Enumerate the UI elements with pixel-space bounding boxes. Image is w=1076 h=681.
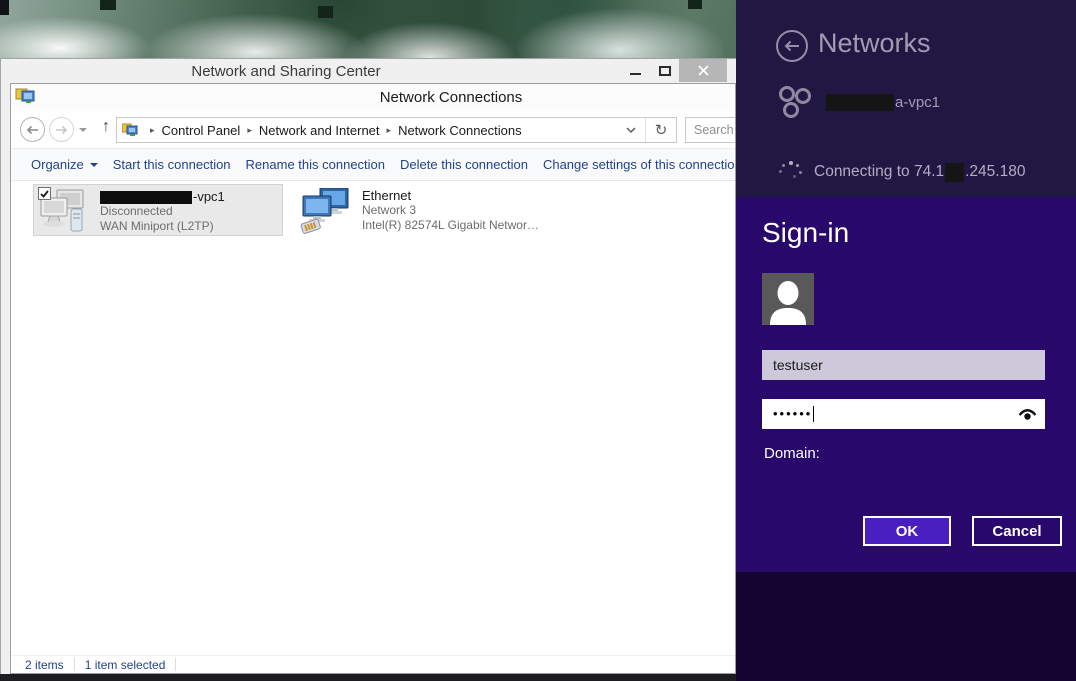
connection-item-ethernet[interactable]: Ethernet Network 3 Intel(R) 82574L Gigab…	[294, 184, 546, 236]
password-mask: ••••••	[773, 399, 812, 429]
breadcrumb-separator-icon: ▸	[240, 125, 259, 136]
connection-name: Ethernet	[362, 188, 540, 203]
items-count: 2 items	[25, 658, 64, 672]
desktop-icon[interactable]	[688, 0, 702, 9]
panel-title: Networks	[818, 28, 931, 59]
user-avatar	[762, 273, 814, 325]
breadcrumb-separator-icon: ▸	[143, 125, 162, 136]
desktop-icon[interactable]	[0, 0, 9, 15]
connection-status: Disconnected	[100, 204, 225, 219]
cancel-button[interactable]: Cancel	[972, 516, 1062, 546]
breadcrumb-network-connections[interactable]: Network Connections	[398, 123, 522, 138]
nc-window-title: Network Connections	[380, 89, 523, 106]
network-connections-app-icon	[15, 87, 35, 110]
delete-connection-link[interactable]: Delete this connection	[400, 157, 528, 172]
desktop-icon[interactable]	[100, 0, 116, 10]
nc-titlebar[interactable]: Network Connections	[11, 84, 735, 111]
vpn-connection-icon	[40, 189, 90, 238]
address-bar[interactable]: ▸ Control Panel ▸ Network and Internet ▸…	[116, 117, 677, 143]
screen: Network and Sharing Center	[0, 0, 1076, 681]
back-arrow-icon	[26, 125, 39, 135]
back-button[interactable]	[776, 30, 808, 62]
window-network-connections: Network Connections ↑	[10, 83, 736, 674]
redaction-bar	[100, 191, 192, 204]
ethernet-connection-icon	[300, 188, 352, 239]
chevron-down-icon	[90, 163, 98, 167]
username-input[interactable]	[762, 350, 1045, 380]
connections-list: -vpc1 Disconnected WAN Miniport (L2TP)	[11, 181, 735, 655]
connection-device: WAN Miniport (L2TP)	[100, 219, 225, 234]
desktop-icon[interactable]	[318, 6, 333, 18]
connection-name: -vpc1	[193, 189, 225, 204]
connection-item-vpn[interactable]: -vpc1 Disconnected WAN Miniport (L2TP)	[33, 184, 283, 236]
vpn-icon	[776, 84, 814, 120]
maximize-button[interactable]	[650, 59, 679, 82]
connection-details: Ethernet Network 3 Intel(R) 82574L Gigab…	[362, 188, 540, 233]
nsc-titlebar[interactable]: Network and Sharing Center	[1, 59, 736, 84]
status-bar: 2 items 1 item selected	[11, 655, 735, 673]
text-cursor	[813, 406, 814, 422]
recent-pages-dropdown[interactable]	[79, 128, 87, 132]
divider	[175, 658, 176, 671]
ok-button[interactable]: OK	[863, 516, 951, 546]
breadcrumb-network-and-internet[interactable]: Network and Internet	[259, 123, 380, 138]
password-reveal-button[interactable]	[1018, 407, 1037, 422]
maximize-icon	[659, 66, 671, 76]
command-bar: Organize Start this connection Rename th…	[11, 148, 735, 181]
signin-flyout: Sign-in •••••• Domain: OK	[736, 197, 1076, 572]
start-connection-link[interactable]: Start this connection	[113, 157, 231, 172]
nsc-window-title: Network and Sharing Center	[191, 63, 380, 80]
address-bar-controls: ↻	[617, 118, 676, 142]
networks-panel-header: Networks a-vpc1	[736, 0, 1076, 197]
address-location-icon	[122, 123, 138, 138]
password-input[interactable]: ••••••	[762, 399, 1045, 429]
breadcrumb-separator-icon: ▸	[380, 125, 399, 136]
connection-device: Intel(R) 82574L Gigabit Network C...	[362, 218, 540, 233]
signin-title: Sign-in	[762, 217, 849, 249]
selected-count: 1 item selected	[85, 658, 166, 672]
minimize-button[interactable]	[621, 59, 650, 82]
back-arrow-icon	[784, 40, 800, 52]
connecting-text-prefix: Connecting to 74.1	[814, 163, 944, 181]
chevron-down-icon	[626, 127, 636, 133]
redaction-bar	[945, 163, 964, 182]
progress-spinner-icon	[778, 160, 802, 184]
refresh-button[interactable]: ↻	[646, 121, 676, 139]
connecting-status-row: Connecting to 74.1 .245.180	[778, 160, 1068, 184]
connection-details: -vpc1 Disconnected WAN Miniport (L2TP)	[100, 189, 225, 234]
forward-arrow-icon	[55, 125, 68, 135]
vpn-name: a-vpc1	[895, 94, 940, 111]
desktop-edge	[0, 674, 736, 681]
forward-button[interactable]	[49, 117, 74, 142]
breadcrumb-control-panel[interactable]: Control Panel	[162, 123, 241, 138]
close-button[interactable]	[679, 59, 727, 82]
close-icon	[698, 65, 709, 76]
search-box	[685, 117, 736, 143]
vpn-network-item[interactable]: a-vpc1	[776, 82, 1056, 122]
organize-menu-button[interactable]: Organize	[31, 157, 98, 172]
checkbox-checked-icon[interactable]	[38, 187, 51, 200]
domain-label: Domain:	[764, 445, 820, 462]
rename-connection-link[interactable]: Rename this connection	[246, 157, 385, 172]
minimize-icon	[630, 73, 641, 75]
up-button[interactable]: ↑	[95, 118, 117, 142]
redaction-bar	[826, 94, 894, 111]
connection-network: Network 3	[362, 203, 540, 218]
networks-panel: Networks a-vpc1	[736, 0, 1076, 681]
connecting-text-suffix: .245.180	[965, 163, 1025, 181]
divider	[74, 658, 75, 671]
back-button[interactable]	[20, 117, 45, 142]
person-icon	[762, 277, 814, 325]
change-settings-link[interactable]: Change settings of this connection	[543, 157, 735, 172]
address-dropdown-button[interactable]	[617, 127, 645, 133]
caption-buttons	[621, 59, 727, 82]
search-input[interactable]	[686, 118, 736, 142]
navigation-bar: ↑ ▸ Control Panel ▸ Network and Internet…	[11, 111, 735, 148]
eye-icon	[1018, 407, 1037, 422]
